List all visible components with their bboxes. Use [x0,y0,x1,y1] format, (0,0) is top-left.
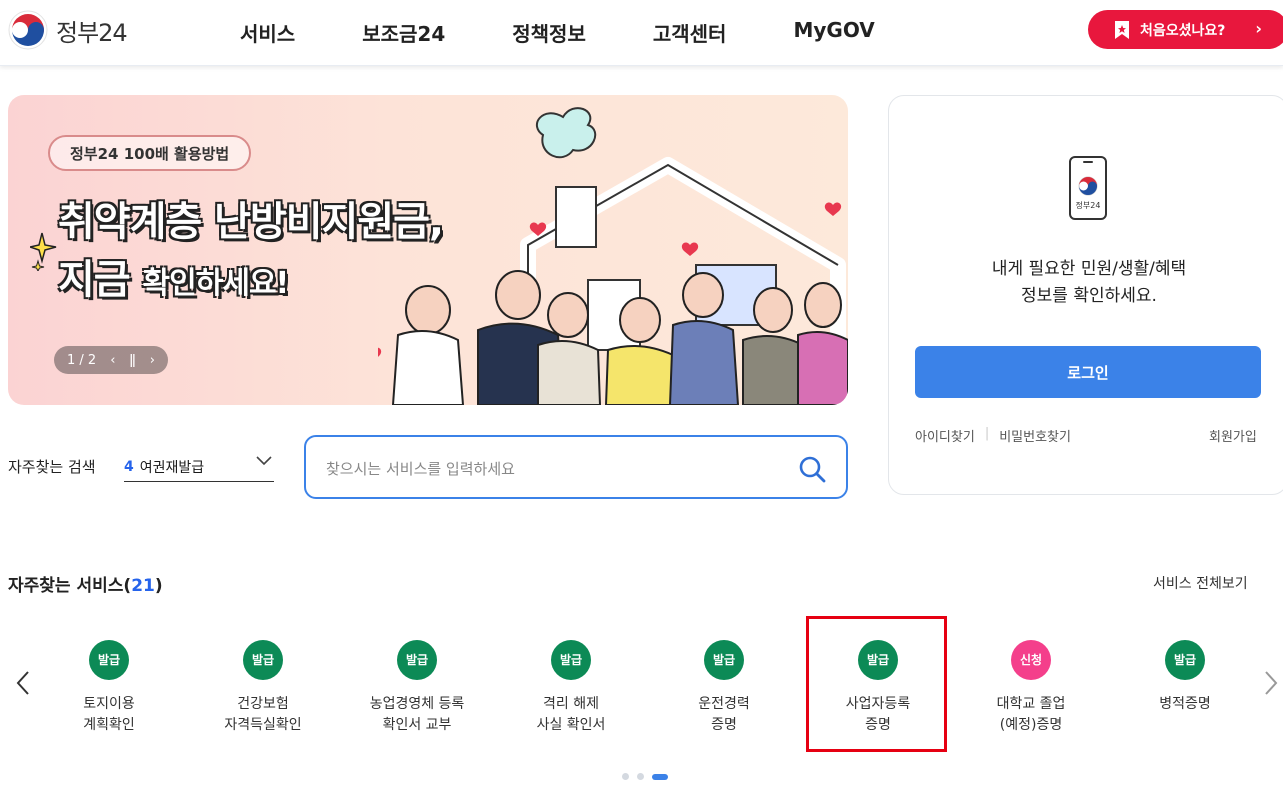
phone-icon: 정부24 [1069,156,1107,220]
service-name: 농업경영체 등록 확인서 교부 [369,696,465,733]
login-card: 정부24 내게 필요한 민원/생활/혜택 정보를 확인하세요. 로그인 아이디찾… [888,95,1283,495]
service-name: 격리 해제 사실 확인서 [536,696,606,733]
service-item[interactable]: 발급 농업경영체 등록 확인서 교부 [340,620,494,760]
banner-title-now: 지금 [58,257,131,303]
carousel-dot[interactable] [637,773,644,780]
banner-illustration [378,107,848,405]
service-item[interactable]: 신청 대학교 졸업 (예정)증명 [954,620,1108,760]
logo[interactable]: 정부24 [8,10,128,50]
service-item[interactable]: 발급 건강보험 자격득실확인 [186,620,340,760]
banner-pause-icon[interactable]: ǁ [129,353,135,368]
issue-badge: 발급 [89,640,129,680]
banner-prev-icon[interactable]: ‹ [110,353,115,368]
highlight-box [806,616,947,752]
taegeuk-logo-icon [8,10,48,50]
find-id-link[interactable]: 아이디찾기 [915,426,975,445]
signup-link[interactable]: 회원가입 [1209,426,1257,445]
hero-banner[interactable]: 정부24 100배 활용방법 취약계층 난방비지원금, 지금 확인하세요! 1 … [8,95,848,405]
find-password-link[interactable]: 비밀번호찾기 [999,426,1071,445]
frequent-search-keyword: 여권재발급 [139,459,205,476]
frequent-services-title: 자주찾는 서비스(21) [8,576,163,596]
services-next-icon[interactable] [1264,670,1278,702]
search-box [304,435,848,499]
carousel-dot[interactable] [622,773,629,780]
frequent-services-label: 자주찾는 서비스 [8,576,124,596]
service-item[interactable]: 발급 운전경력 증명 [647,620,801,760]
issue-badge: 발급 [397,640,437,680]
nav-item-mygov[interactable]: MyGOV [793,18,874,47]
chevron-right-icon: › [1255,19,1262,38]
issue-badge: 발급 [704,640,744,680]
search-icon[interactable] [798,455,826,483]
apply-badge: 신청 [1011,640,1051,680]
services-prev-icon[interactable] [16,670,30,702]
carousel-dot-active[interactable] [652,773,668,780]
banner-page-indicator: 1 / 2 [67,352,97,368]
logo-text: 정부24 [56,18,128,47]
link-separator: | [984,426,990,441]
banner-pager: 1 / 2 ‹ ǁ › [54,346,168,374]
bookmark-icon [1115,20,1129,39]
frequent-search-label: 자주찾는 검색 [8,458,96,476]
first-visit-label: 처음오셨나요? [1140,22,1226,39]
all-services-link[interactable]: 서비스 전체보기 [1153,573,1248,593]
phone-label: 정부24 [1075,201,1101,210]
service-item[interactable]: 발급 격리 해제 사실 확인서 [494,620,648,760]
issue-badge: 발급 [551,640,591,680]
login-links: 아이디찾기 | 비밀번호찾기 [915,426,1071,445]
main-nav: 서비스 보조금24 정책정보 고객센터 MyGOV [240,18,942,47]
service-name: 대학교 졸업 (예정)증명 [996,696,1066,733]
site-header: 정부24 서비스 보조금24 정책정보 고객센터 MyGOV 처음오셨나요? › [0,0,1283,66]
frequent-search-rank: 4 [124,458,134,475]
banner-tag: 정부24 100배 활용방법 [48,135,252,171]
login-message-line1: 내게 필요한 민원/생활/혜택 [991,259,1187,279]
nav-item-subsidy[interactable]: 보조금24 [362,18,445,47]
banner-title-check: 확인하세요! [142,266,290,301]
services-carousel: 발급 토지이용 계획확인 발급 건강보험 자격득실확인 발급 농업경영체 등록 … [32,620,1262,760]
service-item[interactable]: 발급 병적증명 [1108,620,1262,760]
service-name: 병적증명 [1159,696,1211,712]
sparkle-icon [30,232,57,271]
service-name: 건강보험 자격득실확인 [224,696,302,733]
frequent-search-select[interactable]: 4 여권재발급 [124,452,274,482]
service-name: 토지이용 계획확인 [83,696,135,733]
service-name: 운전경력 증명 [698,696,750,733]
nav-item-policy[interactable]: 정책정보 [512,18,586,47]
login-button[interactable]: 로그인 [915,346,1261,398]
nav-item-service[interactable]: 서비스 [240,18,295,47]
issue-badge: 발급 [1165,640,1205,680]
first-visit-button[interactable]: 처음오셨나요? › [1088,10,1283,49]
login-message-line2: 정보를 확인하세요. [1021,286,1157,306]
nav-item-support[interactable]: 고객센터 [653,18,727,47]
issue-badge: 발급 [243,640,283,680]
search-input[interactable] [326,455,766,483]
service-item[interactable]: 발급 토지이용 계획확인 [32,620,186,760]
carousel-dots [622,773,668,780]
login-message: 내게 필요한 민원/생활/혜택 정보를 확인하세요. [889,256,1283,310]
banner-next-icon[interactable]: › [150,353,155,368]
frequent-services-count: 21 [131,576,155,596]
chevron-down-icon [256,454,272,470]
